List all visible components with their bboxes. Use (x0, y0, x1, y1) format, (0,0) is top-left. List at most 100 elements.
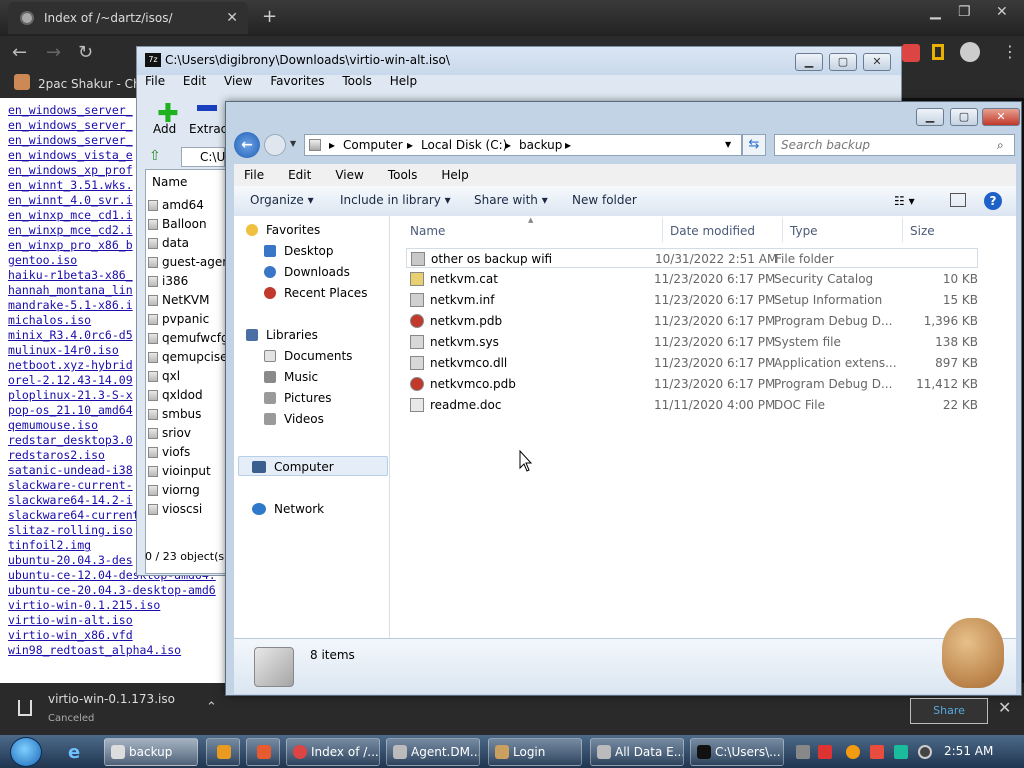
file-list[interactable]: ▲ Name Date modified Type Size other os … (390, 216, 1016, 638)
file-row[interactable]: netkvmco.pdb 11/23/2020 6:17 PM Program De… (406, 374, 978, 394)
nav-downloads[interactable]: Downloads (284, 265, 350, 279)
file-row[interactable]: netkvm.sys 11/23/2020 6:17 PM System file 1… (406, 332, 978, 352)
explorer-close-button[interactable]: ✕ (982, 108, 1020, 126)
zip-folder-item[interactable]: NetKVM (162, 293, 210, 307)
include-in-library-button[interactable]: Include in library ▾ (340, 193, 451, 207)
directory-link[interactable]: hannah_montana_lin (8, 283, 133, 298)
file-row[interactable]: other os backup wifi 10/31/2022 2:51 AM Fi… (406, 248, 978, 268)
preview-pane-icon[interactable] (950, 193, 966, 207)
directory-link[interactable]: slackware64-current (8, 508, 140, 523)
directory-link[interactable]: ploplinux-21.3-S-x (8, 388, 133, 403)
directory-link[interactable]: en_winxp_pro_x86_b (8, 238, 133, 253)
search-icon[interactable]: ⌕ (997, 138, 1004, 153)
column-name[interactable]: Name (410, 224, 445, 238)
directory-link[interactable]: virtio-win-alt.iso (8, 613, 133, 628)
zip-folder-item[interactable]: pvpanic (162, 312, 209, 326)
directory-link[interactable]: netboot.xyz-hybrid (8, 358, 133, 373)
7zip-name-header[interactable]: Name (152, 175, 187, 189)
directory-link[interactable]: pop-os_21.10_amd64 (8, 403, 133, 418)
browser-tab[interactable]: Index of /~dartz/isos/ ✕ (8, 2, 248, 34)
7zip-menu-view[interactable]: View (224, 74, 252, 88)
zip-folder-item[interactable]: vioscsi (162, 502, 202, 516)
zip-folder-item[interactable]: smbus (162, 407, 201, 421)
column-date-modified[interactable]: Date modified (670, 224, 755, 238)
menu-tools[interactable]: Tools (388, 168, 418, 182)
directory-link[interactable]: en_winxp_mce_cd1.i (8, 208, 133, 223)
forward-arrow-icon[interactable] (264, 134, 286, 156)
7zip-menu-favorites[interactable]: Favorites (270, 74, 324, 88)
zip-folder-item[interactable]: data (162, 236, 189, 250)
zip-folder-item[interactable]: qemufwcfg (162, 331, 229, 345)
7zip-maximize-button[interactable]: ▢ (829, 53, 857, 71)
taskbar-app[interactable] (246, 738, 280, 766)
address-dropdown-icon[interactable]: ▼ (725, 140, 731, 149)
zip-folder-item[interactable]: sriov (162, 426, 191, 440)
menu-file[interactable]: File (244, 168, 264, 182)
7zip-menu-file[interactable]: File (145, 74, 165, 88)
browser-menu-icon[interactable]: ⋮ (1002, 42, 1018, 61)
breadcrumb-backup[interactable]: backup (519, 138, 562, 152)
download-file-name[interactable]: virtio-win-0.1.173.iso (48, 692, 175, 706)
breadcrumb-local-disk[interactable]: Local Disk (C:) (421, 138, 507, 152)
nav-network[interactable]: Network (274, 502, 324, 516)
file-row[interactable]: netkvm.pdb 11/23/2020 6:17 PM Program Debu… (406, 311, 978, 331)
column-type[interactable]: Type (790, 224, 818, 238)
directory-link[interactable]: ubuntu-ce-20.04.3-desktop-amd6 (8, 583, 216, 598)
up-folder-icon[interactable]: ⇧ (149, 148, 161, 164)
directory-link[interactable]: redstar_desktop3.0 (8, 433, 133, 448)
organize-button[interactable]: Organize ▾ (250, 193, 314, 207)
tray-icon[interactable] (796, 745, 810, 759)
nav-pictures[interactable]: Pictures (284, 391, 332, 405)
directory-link[interactable]: slackware64-14.2-i (8, 493, 133, 508)
zip-folder-item[interactable]: amd64 (162, 198, 204, 212)
extract-icon[interactable] (197, 105, 217, 111)
directory-link[interactable]: satanic-undead-i38 (8, 463, 133, 478)
directory-link[interactable]: virtio-win-0.1.215.iso (8, 598, 160, 613)
column-size[interactable]: Size (910, 224, 935, 238)
zip-folder-item[interactable]: qxldod (162, 388, 203, 402)
directory-link[interactable]: virtio-win_x86.vfd (8, 628, 133, 643)
tab-close-icon[interactable]: ✕ (226, 2, 238, 34)
directory-link[interactable]: tinfoil2.img (8, 538, 91, 553)
7zip-menu-edit[interactable]: Edit (183, 74, 206, 88)
history-chevron-down-icon[interactable]: ▼ (290, 139, 296, 148)
taskbar-backup[interactable]: backup (104, 738, 198, 766)
profile-avatar[interactable] (960, 42, 980, 62)
address-bar[interactable]: ▸ Computer ▸ Local Disk (C:) ▸ backup ▸ … (304, 134, 742, 156)
zip-folder-item[interactable]: guest-agen (162, 255, 230, 269)
internet-explorer-icon[interactable]: e (68, 742, 80, 763)
nav-videos[interactable]: Videos (284, 412, 324, 426)
7zip-title-bar[interactable]: 7z C:\Users\digibrony\Downloads\virtio-w… (137, 47, 901, 75)
directory-link[interactable]: redstaros2.iso (8, 448, 105, 463)
nav-recent-places[interactable]: Recent Places (284, 286, 367, 300)
start-button[interactable] (10, 737, 42, 767)
nav-documents[interactable]: Documents (284, 349, 352, 363)
7zip-menu-tools[interactable]: Tools (342, 74, 372, 88)
menu-view[interactable]: View (335, 168, 363, 182)
browser-forward-icon[interactable]: → (46, 42, 61, 63)
taskbar-agent[interactable]: Agent.DM... (386, 738, 480, 766)
7zip-close-button[interactable]: ✕ (863, 53, 891, 71)
taskbar-7zip[interactable]: C:\Users\... (690, 738, 784, 766)
taskbar-login[interactable]: Login (488, 738, 582, 766)
tray-icon[interactable] (818, 745, 832, 759)
directory-link[interactable]: slitaz-rolling.iso (8, 523, 133, 538)
tray-icon[interactable] (894, 745, 908, 759)
close-icon[interactable]: ✕ (998, 698, 1011, 717)
taskbar-all-data[interactable]: All Data E... (590, 738, 684, 766)
directory-link[interactable]: en_windows_xp_prof (8, 163, 133, 178)
share-with-button[interactable]: Share with ▾ (474, 193, 548, 207)
breadcrumb-separator-icon[interactable]: ▸ (329, 138, 335, 152)
7zip-minimize-button[interactable]: ▁ (795, 53, 823, 71)
directory-link[interactable]: win98_redtoast_alpha4.iso (8, 643, 181, 658)
directory-link[interactable]: ubuntu-20.04.3-des (8, 553, 133, 568)
directory-link[interactable]: michalos.iso (8, 313, 91, 328)
chevron-up-icon[interactable]: ⌃ (206, 700, 217, 715)
column-separator[interactable] (782, 218, 783, 242)
file-row[interactable]: netkvm.cat 11/23/2020 6:17 PM Security Cat… (406, 269, 978, 289)
directory-link[interactable]: haiku-r1beta3-x86_ (8, 268, 133, 283)
directory-link[interactable]: en_windows_server_ (8, 133, 133, 148)
breadcrumb-separator-icon[interactable]: ▸ (505, 138, 511, 152)
clock[interactable]: 2:51 AM (944, 744, 993, 758)
zip-folder-item[interactable]: Balloon (162, 217, 207, 231)
